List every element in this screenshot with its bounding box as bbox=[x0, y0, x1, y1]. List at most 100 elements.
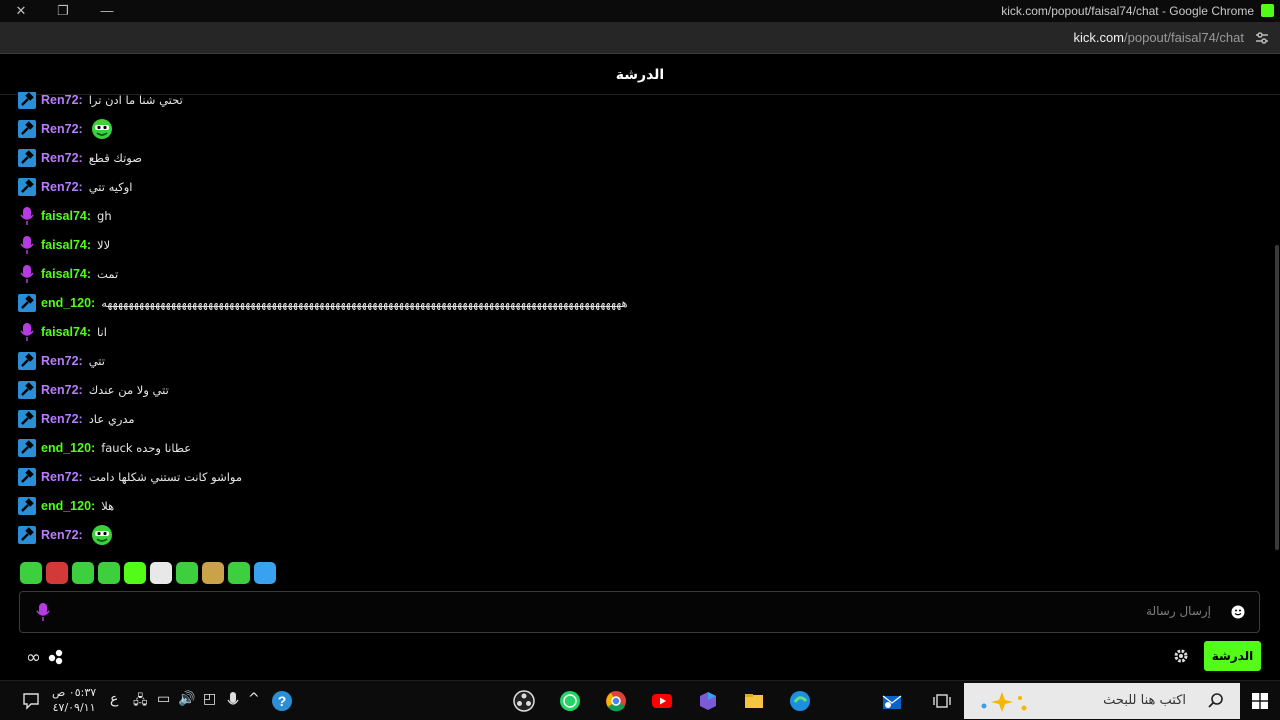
file-explorer-icon[interactable] bbox=[743, 690, 765, 712]
green-face-emote bbox=[90, 118, 114, 140]
settings-gear-icon[interactable] bbox=[1173, 648, 1189, 664]
chat-message: Ren72: اوكيه تتي bbox=[18, 176, 132, 198]
emote-3[interactable] bbox=[72, 562, 94, 584]
emote-1[interactable] bbox=[20, 562, 42, 584]
chat-username[interactable]: end_120: bbox=[41, 296, 95, 310]
chat-message-text: هلا bbox=[101, 499, 115, 513]
window-title-bar: ✕ ❐ — kick.com/popout/faisal74/chat - Go… bbox=[0, 0, 1280, 22]
chat-input-placeholder: إرسال رسالة bbox=[1146, 604, 1211, 618]
chat-username[interactable]: faisal74: bbox=[41, 209, 91, 223]
chat-message-text: fauck عطانا وحده bbox=[101, 441, 192, 455]
chat-username[interactable]: end_120: bbox=[41, 499, 95, 513]
search-highlight-icon bbox=[981, 692, 1027, 712]
emote-8[interactable] bbox=[202, 562, 224, 584]
url-host: kick.com bbox=[1073, 30, 1125, 45]
chat-message-text: اوكيه تتي bbox=[88, 180, 133, 194]
taskbar-clock[interactable]: ٠٥:٣٧ ص ٤٧/٠٩/١١ bbox=[52, 685, 96, 715]
chat-message: faisal74: لالا bbox=[18, 234, 110, 256]
moderator-badge-icon bbox=[18, 410, 36, 428]
microphone-badge-icon bbox=[18, 323, 36, 341]
chat-message: Ren72: تتي bbox=[18, 350, 105, 372]
clock-time: ٠٥:٣٧ ص bbox=[52, 686, 97, 699]
help-icon[interactable]: ? bbox=[271, 690, 293, 712]
chat-username[interactable]: faisal74: bbox=[41, 267, 91, 281]
chat-username[interactable]: Ren72: bbox=[41, 528, 83, 542]
youtube-icon[interactable] bbox=[651, 690, 673, 712]
chat-username[interactable]: Ren72: bbox=[41, 180, 83, 194]
chat-username[interactable]: end_120: bbox=[41, 441, 95, 455]
url-text[interactable]: kick.com/popout/faisal74/chat bbox=[1073, 30, 1244, 45]
task-view-icon[interactable] bbox=[931, 690, 953, 712]
moderator-badge-icon bbox=[18, 120, 36, 138]
notification-icon[interactable] bbox=[21, 691, 41, 711]
emote-2[interactable] bbox=[46, 562, 68, 584]
whatsapp-icon[interactable] bbox=[559, 690, 581, 712]
volume-icon[interactable]: 🔊 bbox=[178, 691, 195, 707]
chat-username[interactable]: Ren72: bbox=[41, 122, 83, 136]
microphone-badge-icon bbox=[18, 236, 36, 254]
chat-message: end_120: هلا bbox=[18, 495, 114, 517]
chat-username[interactable]: Ren72: bbox=[41, 412, 83, 426]
send-chat-button[interactable]: الدرشة bbox=[1204, 641, 1261, 671]
emote-9[interactable] bbox=[228, 562, 250, 584]
microphone-badge-icon bbox=[18, 207, 36, 225]
chat-message: Ren72: صوتك قطع bbox=[18, 147, 142, 169]
chat-message: Ren72: bbox=[18, 118, 114, 140]
chat-message: end_120: fauck عطانا وحده bbox=[18, 437, 191, 459]
emote-5[interactable] bbox=[124, 562, 146, 584]
emote-7[interactable] bbox=[176, 562, 198, 584]
obs-icon[interactable] bbox=[513, 690, 535, 712]
svg-text:?: ? bbox=[278, 693, 287, 709]
kick-logo-icon bbox=[1261, 4, 1274, 17]
edge-icon[interactable] bbox=[789, 690, 811, 712]
meet-now-icon[interactable]: ◰ bbox=[203, 691, 216, 707]
chat-message-text: انا bbox=[97, 325, 107, 339]
site-settings-icon[interactable] bbox=[1254, 30, 1270, 46]
chat-username[interactable]: faisal74: bbox=[41, 238, 91, 252]
emote-6[interactable] bbox=[150, 562, 172, 584]
close-window-button[interactable]: ✕ bbox=[6, 2, 36, 20]
outlook-icon[interactable] bbox=[881, 690, 903, 712]
chat-message-text: تمت bbox=[97, 267, 119, 281]
chat-username[interactable]: faisal74: bbox=[41, 325, 91, 339]
chat-username[interactable]: Ren72: bbox=[41, 93, 83, 107]
chat-message: Ren72: مواشو كانت تستني شكلها دامت bbox=[18, 466, 242, 488]
minimize-window-button[interactable]: — bbox=[92, 2, 122, 20]
moderator-badge-icon bbox=[18, 439, 36, 457]
chat-messages[interactable]: Ren72: تحتي شنا ما ادن ترا Ren72: Ren72: صوت… bbox=[0, 92, 1270, 552]
language-indicator[interactable]: ع bbox=[110, 691, 118, 707]
chat-title: الدرشة bbox=[615, 67, 665, 83]
taskbar-search[interactable]: اكتب هنا للبحث bbox=[964, 683, 1240, 719]
chat-scrollbar[interactable] bbox=[1275, 245, 1279, 550]
network-icon[interactable]: 🖧 bbox=[133, 691, 148, 713]
chat-username[interactable]: Ren72: bbox=[41, 354, 83, 368]
emoji-picker-icon[interactable] bbox=[1231, 605, 1245, 619]
chevron-up-icon[interactable]: ^ bbox=[248, 691, 260, 707]
chat-username[interactable]: Ren72: bbox=[41, 151, 83, 165]
chat-message: end_120: هههههههههههههههههههههههههههههههه… bbox=[18, 292, 628, 314]
chat-message: Ren72: تتي ولا من عندك bbox=[18, 379, 169, 401]
chat-message-text: gh bbox=[97, 209, 112, 223]
community-icon[interactable] bbox=[48, 649, 64, 665]
clock-date: ٤٧/٠٩/١١ bbox=[52, 701, 96, 714]
chat-username[interactable]: Ren72: bbox=[41, 383, 83, 397]
restore-window-button[interactable]: ❐ bbox=[48, 2, 78, 20]
chat-message: Ren72: bbox=[18, 524, 114, 546]
emote-4[interactable] bbox=[98, 562, 120, 584]
infinity-icon[interactable]: ∞ bbox=[26, 647, 41, 668]
windows-start-icon[interactable] bbox=[1252, 693, 1268, 709]
moderator-badge-icon bbox=[18, 294, 36, 312]
emote-10[interactable] bbox=[254, 562, 276, 584]
microphone-badge-icon bbox=[18, 265, 36, 283]
taskbar-microphone-icon[interactable] bbox=[226, 690, 240, 712]
chat-input[interactable]: إرسال رسالة bbox=[19, 591, 1260, 633]
chat-message-text: مواشو كانت تستني شكلها دامت bbox=[88, 470, 243, 484]
moderator-badge-icon bbox=[18, 149, 36, 167]
chat-message-text: مدري عاد bbox=[88, 412, 135, 426]
microphone-icon bbox=[36, 603, 50, 621]
microsoft-365-icon[interactable] bbox=[697, 690, 719, 712]
chrome-icon[interactable] bbox=[605, 690, 627, 712]
battery-icon[interactable]: ▭ bbox=[157, 691, 170, 707]
chat-message-text: لالا bbox=[97, 238, 111, 252]
chat-username[interactable]: Ren72: bbox=[41, 470, 83, 484]
